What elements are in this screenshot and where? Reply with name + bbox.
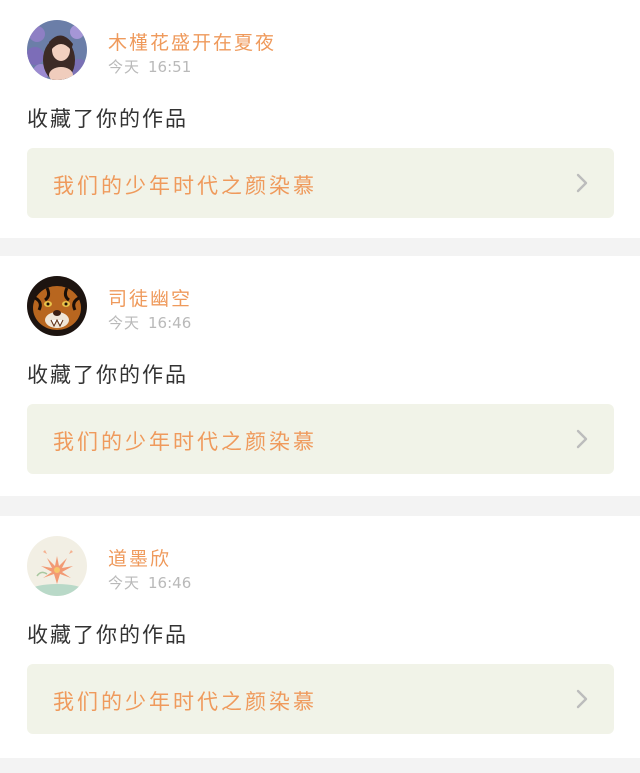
work-title: 我们的少年时代之颜染慕: [53, 174, 317, 198]
timestamp: 今天 16:46: [108, 312, 191, 333]
time-day: 今天: [108, 314, 141, 332]
work-title: 我们的少年时代之颜染慕: [53, 430, 317, 454]
chevron-right-icon: [576, 173, 588, 193]
user-avatar[interactable]: [27, 536, 87, 596]
work-link[interactable]: 我们的少年时代之颜染慕: [27, 148, 614, 218]
work-link[interactable]: 我们的少年时代之颜染慕: [27, 404, 614, 474]
timestamp: 今天 16:51: [108, 56, 191, 77]
username[interactable]: 道墨欣: [108, 544, 171, 571]
notification-card: 司徒幽空 今天 16:46 收藏了你的作品 我们的少年时代之颜染慕: [0, 256, 640, 496]
action-text: 收藏了你的作品: [27, 623, 188, 647]
username[interactable]: 司徒幽空: [108, 284, 192, 311]
avatar-lotus-icon: [27, 536, 87, 596]
time-clock: 16:46: [148, 574, 192, 592]
notification-card: 道墨欣 今天 16:46 收藏了你的作品 我们的少年时代之颜染慕: [0, 516, 640, 758]
user-avatar[interactable]: [27, 20, 87, 80]
chevron-right-icon: [576, 689, 588, 709]
timestamp: 今天 16:46: [108, 572, 191, 593]
action-text: 收藏了你的作品: [27, 107, 188, 131]
avatar-tiger-icon: [27, 276, 87, 336]
work-title: 我们的少年时代之颜染慕: [53, 690, 317, 714]
user-avatar[interactable]: [27, 276, 87, 336]
notification-card: 木槿花盛开在夏夜 今天 16:51 收藏了你的作品 我们的少年时代之颜染慕: [0, 0, 640, 238]
work-link[interactable]: 我们的少年时代之颜染慕: [27, 664, 614, 734]
avatar-flower-girl-icon: [27, 20, 87, 80]
action-text: 收藏了你的作品: [27, 363, 188, 387]
time-day: 今天: [108, 574, 141, 592]
time-clock: 16:46: [148, 314, 192, 332]
favorites-notification-feed: 木槿花盛开在夏夜 今天 16:51 收藏了你的作品 我们的少年时代之颜染慕 司徒…: [0, 0, 640, 773]
time-clock: 16:51: [148, 58, 192, 76]
time-day: 今天: [108, 58, 141, 76]
username[interactable]: 木槿花盛开在夏夜: [108, 28, 276, 55]
chevron-right-icon: [576, 429, 588, 449]
